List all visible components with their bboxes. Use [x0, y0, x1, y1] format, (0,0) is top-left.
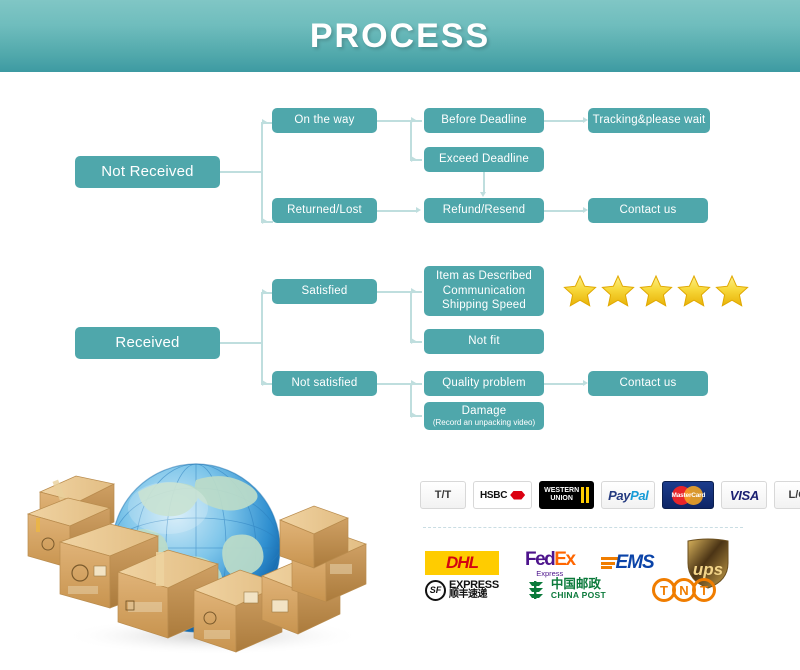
process-flowchart: Not Received On the way Returned/Lost Be… — [0, 72, 800, 452]
node-on-the-way[interactable]: On the way — [272, 108, 377, 133]
item-described-line-3: Shipping Speed — [441, 299, 526, 312]
connector-line — [377, 120, 411, 122]
node-contact-us-top[interactable]: Contact us — [588, 198, 708, 223]
china-post-text: 中国邮政 CHINA POST — [550, 577, 606, 601]
carrier-china-post: 中国邮政 CHINA POST — [525, 577, 606, 601]
connector-line — [483, 172, 485, 193]
shipping-carriers-row-2: SF EXPRESS 顺丰速递 中国邮政 CHINA POST T N T — [425, 577, 716, 602]
connector-line — [377, 210, 417, 212]
arrow-icon — [262, 118, 267, 125]
node-exceed-deadline[interactable]: Exceed Deadline — [424, 147, 544, 172]
fedex-fed: Fed — [525, 548, 556, 570]
star-icon — [563, 274, 597, 307]
carrier-ems: EMS — [600, 552, 655, 574]
sf-text: EXPRESS 顺丰速递 — [449, 580, 499, 600]
connector-line — [410, 120, 412, 160]
node-contact-us-bottom[interactable]: Contact us — [588, 371, 708, 396]
item-described-line-2: Communication — [442, 284, 526, 297]
wu-line-2: UNION — [550, 495, 573, 502]
connector-line — [261, 122, 263, 222]
connector-line — [377, 383, 411, 385]
payment-mastercard: MasterCard — [662, 481, 715, 509]
damage-sublabel: (Record an unpacking video) — [432, 417, 536, 427]
section-divider — [423, 527, 743, 528]
arrow-icon — [411, 287, 416, 294]
node-damage[interactable]: Damage (Record an unpacking video) — [424, 402, 544, 430]
china-post-cn: 中国邮政 — [550, 577, 601, 591]
wu-line-1: WESTERN — [544, 487, 580, 494]
dhl-label: DHL — [446, 553, 479, 572]
connector-line — [377, 291, 411, 293]
star-icon — [639, 274, 673, 307]
item-described-line-1: Item as Described — [435, 270, 533, 283]
carrier-sf-express: SF EXPRESS 顺丰速递 — [425, 579, 499, 601]
mastercard-label: MasterCard — [671, 492, 706, 499]
node-not-received[interactable]: Not Received — [75, 156, 220, 188]
fedex-ex: Ex — [554, 548, 576, 570]
node-not-fit[interactable]: Not fit — [424, 329, 544, 354]
sf-line-2: 顺丰速递 — [449, 589, 487, 600]
carrier-tnt: T N T — [651, 578, 716, 602]
sf-badge-icon: SF — [425, 579, 446, 601]
star-icon — [677, 274, 711, 307]
node-refund-resend[interactable]: Refund/Resend — [424, 198, 544, 223]
node-item-as-described[interactable]: Item as Described Communication Shipping… — [424, 266, 544, 316]
payment-tt: T/T — [420, 481, 466, 509]
paypal-pay: Pay — [608, 487, 631, 503]
connector-line — [544, 120, 584, 122]
node-quality-problem[interactable]: Quality problem — [424, 371, 544, 396]
payment-visa: VISA — [721, 481, 768, 509]
china-post-emblem-icon — [528, 581, 543, 599]
connector-line — [261, 292, 263, 384]
connector-line — [544, 383, 584, 385]
rating-stars — [563, 274, 749, 308]
arrow-icon — [480, 192, 486, 197]
damage-label: Damage — [461, 405, 507, 418]
connector-line — [544, 210, 584, 212]
node-returned-lost[interactable]: Returned/Lost — [272, 198, 377, 223]
wu-bar-icon — [586, 487, 590, 503]
node-before-deadline[interactable]: Before Deadline — [424, 108, 544, 133]
payment-methods: T/T HSBC WESTERN UNION Pay Pal MasterCard… — [420, 481, 800, 509]
paypal-pal: Pal — [630, 487, 649, 503]
payment-paypal: Pay Pal — [601, 481, 656, 509]
arrow-icon — [411, 379, 416, 386]
node-not-satisfied[interactable]: Not satisfied — [272, 371, 377, 396]
arrow-icon — [262, 379, 267, 386]
connector-line — [220, 171, 262, 173]
globe-shipping-illustration — [18, 440, 408, 665]
star-icon — [601, 274, 635, 307]
page-header: PROCESS — [0, 0, 800, 72]
carrier-fedex: FedEx Express — [525, 548, 576, 578]
node-received[interactable]: Received — [75, 327, 220, 359]
node-tracking-please-wait[interactable]: Tracking&please wait — [588, 108, 710, 133]
hsbc-hexagon-icon — [510, 490, 526, 500]
ups-label: ups — [693, 560, 723, 579]
page-title: PROCESS — [309, 16, 491, 55]
tnt-letter-t2: T — [691, 578, 716, 602]
star-icon — [715, 274, 749, 307]
arrow-icon — [262, 288, 267, 295]
payment-western-union: WESTERN UNION — [539, 481, 595, 509]
node-satisfied[interactable]: Satisfied — [272, 279, 377, 304]
globe-boxes-graphic — [26, 463, 367, 655]
payment-lc: L/C — [774, 481, 800, 509]
fedex-wordmark: FedEx — [525, 548, 576, 571]
china-post-en: CHINA POST — [550, 590, 606, 600]
connector-line — [410, 291, 412, 342]
arrow-icon — [411, 411, 416, 418]
carrier-dhl: DHL — [425, 551, 499, 575]
connector-line — [220, 342, 262, 344]
arrow-icon — [416, 206, 421, 213]
arrow-icon — [411, 337, 416, 344]
arrow-icon — [411, 155, 416, 162]
ems-label: EMS — [615, 552, 655, 573]
arrow-icon — [262, 217, 267, 224]
hsbc-label: HSBC — [480, 489, 508, 501]
payment-hsbc: HSBC — [473, 481, 533, 509]
wu-bar-icon — [581, 487, 585, 503]
arrow-icon — [411, 116, 416, 123]
